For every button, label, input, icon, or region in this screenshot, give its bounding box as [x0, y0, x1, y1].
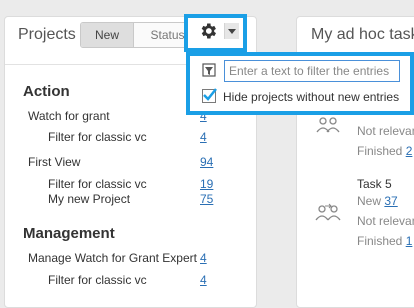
project-filter-label[interactable]: Filter for classic vc [48, 177, 147, 191]
project-count-link[interactable]: 94 [200, 155, 213, 169]
project-filter-label[interactable]: Filter for classic vc [48, 273, 147, 287]
hide-projects-checkbox[interactable] [202, 88, 217, 103]
dropdown-toggle[interactable] [224, 23, 239, 39]
task-status: New 37 [357, 194, 398, 208]
tab-new[interactable]: New [81, 23, 134, 47]
hide-projects-label[interactable]: Hide projects without new entries [223, 90, 399, 104]
settings-menu-button[interactable] [184, 14, 247, 52]
task-title[interactable]: Task 5 [357, 177, 392, 191]
project-count-link[interactable]: 4 [200, 273, 207, 287]
task-status: Finished 2 [357, 144, 413, 158]
tasks-panel-title: My ad hoc tasks [311, 26, 414, 43]
project-filter-label[interactable]: Filter for classic vc [48, 130, 147, 144]
checkmark-icon [203, 88, 217, 101]
project-label[interactable]: First View [28, 155, 80, 169]
filter-icon [202, 63, 216, 77]
task-count-link[interactable]: 37 [384, 194, 397, 208]
project-label[interactable]: Manage Watch for Grant Expert [28, 251, 197, 265]
task-status: Finished 1 [357, 234, 413, 248]
gear-icon[interactable] [198, 21, 218, 41]
project-count-link[interactable]: 4 [200, 130, 207, 144]
section-heading-action: Action [23, 83, 70, 100]
task-status: Not relevant [357, 214, 414, 228]
project-count-link[interactable]: 75 [200, 192, 213, 206]
task-count-link[interactable]: 2 [406, 144, 413, 158]
settings-dropdown: Hide projects without new entries [186, 52, 414, 115]
caret-down-icon [228, 29, 236, 34]
task-count-link[interactable]: 1 [406, 234, 413, 248]
project-label[interactable]: My new Project [48, 192, 130, 206]
project-label[interactable]: Watch for grant [28, 109, 110, 123]
project-count-link[interactable]: 19 [200, 177, 213, 191]
projects-panel-title: Projects [18, 26, 76, 43]
filter-input[interactable] [224, 60, 400, 82]
people-icon [316, 117, 340, 133]
people-exchange-icon [315, 203, 341, 221]
section-heading-management: Management [23, 225, 115, 242]
project-count-link[interactable]: 4 [200, 251, 207, 265]
task-status: Not relevant [357, 124, 414, 138]
